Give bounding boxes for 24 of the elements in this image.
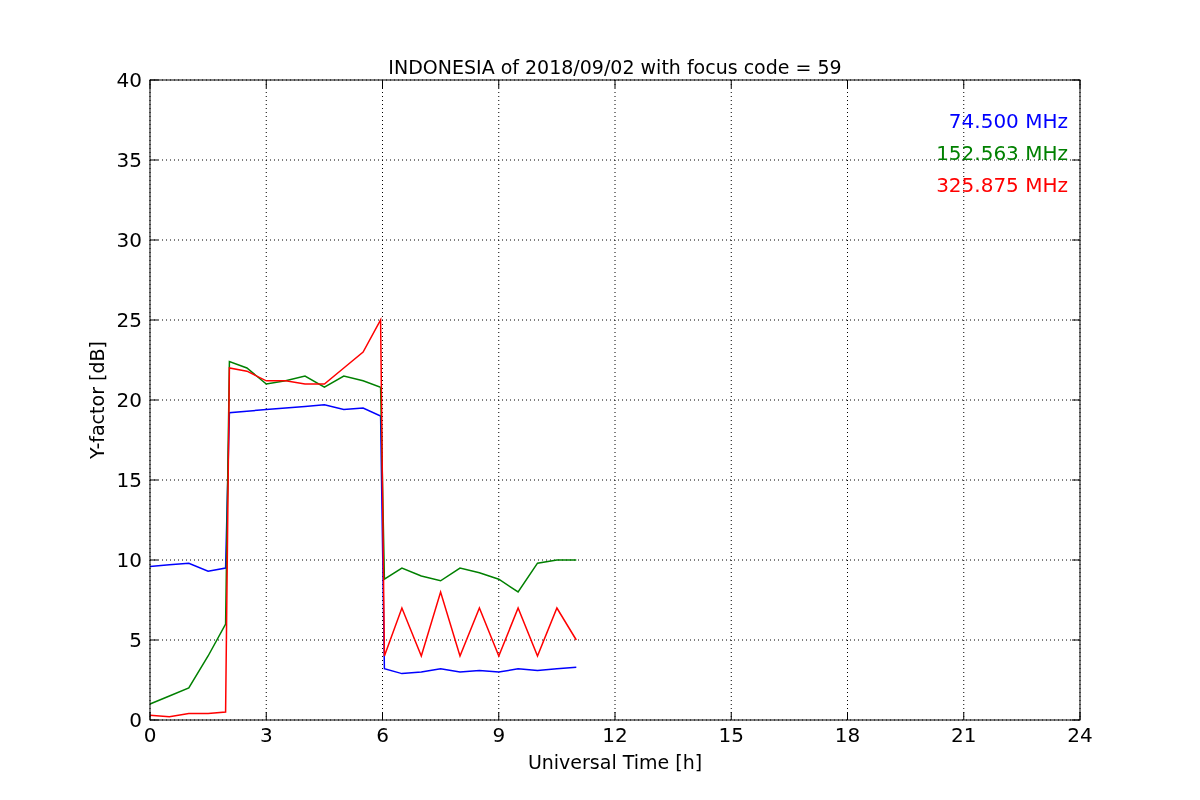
legend-entry: 325.875 MHz <box>936 173 1068 197</box>
x-tick-label: 21 <box>951 723 977 747</box>
x-tick-label: 6 <box>376 723 389 747</box>
y-tick-label: 15 <box>116 468 142 492</box>
x-tick-label: 18 <box>834 723 861 747</box>
x-tick-label: 12 <box>602 723 628 747</box>
x-tick-label: 15 <box>718 723 744 747</box>
y-tick-label: 40 <box>116 68 142 92</box>
legend-entry: 74.500 MHz <box>948 109 1068 133</box>
y-tick-label: 5 <box>129 628 142 652</box>
x-tick-label: 24 <box>1067 723 1093 747</box>
y-tick-label: 10 <box>116 548 142 572</box>
y-tick-label: 20 <box>116 388 142 412</box>
chart-title: INDONESIA of 2018/09/02 with focus code = 59 <box>388 56 842 78</box>
x-tick-label: 3 <box>259 723 273 747</box>
x-axis-label: Universal Time [h] <box>527 751 703 773</box>
y-tick-label: 35 <box>116 148 142 172</box>
x-tick-label: 0 <box>143 723 157 747</box>
y-tick-label: 25 <box>116 308 142 332</box>
y-tick-label: 30 <box>116 228 142 252</box>
x-tick-label: 9 <box>492 723 506 747</box>
legend-entry: 152.563 MHz <box>936 141 1068 165</box>
y-axis-label: Y-factor [dB] <box>86 341 108 459</box>
y-tick-label: 0 <box>129 708 142 732</box>
